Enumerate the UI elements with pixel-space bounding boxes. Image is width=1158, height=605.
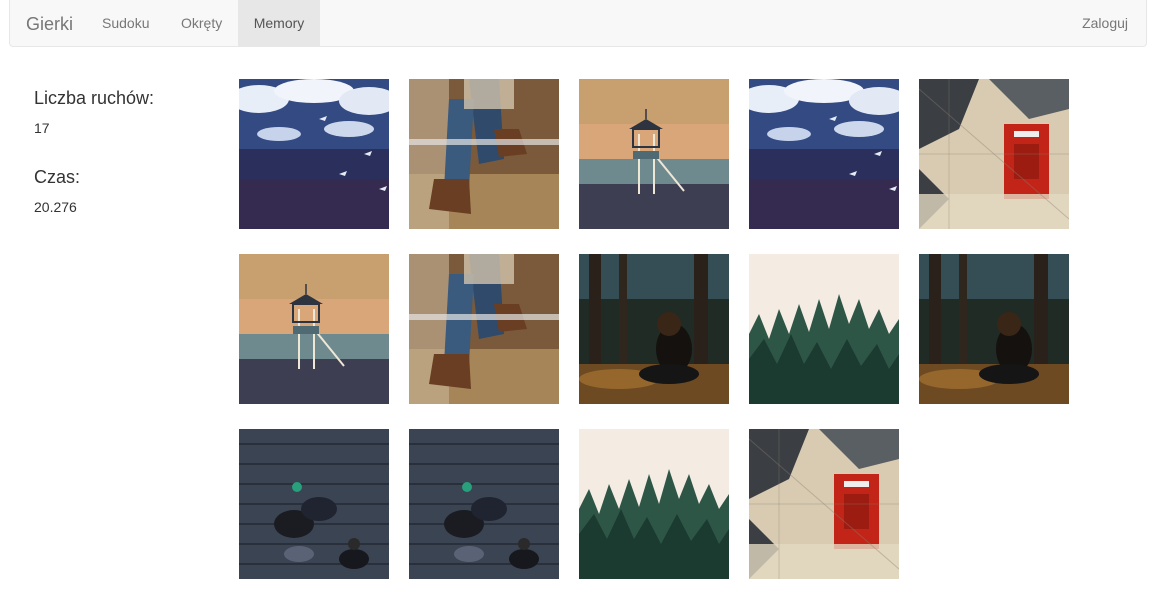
nav-item-okrety[interactable]: Okręty (169, 0, 234, 47)
card-image (409, 254, 559, 404)
memory-card-red-mailbox[interactable] (749, 429, 899, 579)
navbar: Gierki Sudoku Okręty Memory Zaloguj (9, 0, 1147, 47)
card-image (579, 254, 729, 404)
login-link[interactable]: Zaloguj (1082, 0, 1128, 47)
memory-card-misty-forest[interactable] (749, 254, 899, 404)
card-image (409, 79, 559, 229)
memory-card-people-boardwalk[interactable] (409, 429, 559, 579)
card-image (579, 429, 729, 579)
memory-card-lifeguard-tower[interactable] (239, 254, 389, 404)
memory-card-boots-bench[interactable] (409, 79, 559, 229)
memory-card-misty-forest[interactable] (579, 429, 729, 579)
time-label: Czas: (34, 167, 81, 187)
card-image (239, 254, 389, 404)
moves-label: Liczba ruchów: (34, 88, 155, 108)
card-image (749, 254, 899, 404)
card-image (239, 79, 389, 229)
card-image (919, 254, 1069, 404)
memory-card-people-boardwalk[interactable] (239, 429, 389, 579)
card-image (579, 79, 729, 229)
navbar-brand[interactable]: Gierki (26, 14, 73, 35)
memory-card-lifeguard-tower[interactable] (579, 79, 729, 229)
memory-card-woman-forest[interactable] (919, 254, 1069, 404)
card-image (749, 79, 899, 229)
moves-value: 17 (34, 120, 50, 136)
memory-card-water-birds[interactable] (239, 79, 389, 229)
card-image (749, 429, 899, 579)
time-value: 20.276 (34, 199, 77, 215)
nav-item-sudoku[interactable]: Sudoku (90, 0, 161, 47)
memory-card-woman-forest[interactable] (579, 254, 729, 404)
card-image (409, 429, 559, 579)
card-image (919, 79, 1069, 229)
memory-card-boots-bench[interactable] (409, 254, 559, 404)
nav-item-memory[interactable]: Memory (238, 0, 320, 47)
memory-card-water-birds[interactable] (749, 79, 899, 229)
card-image (239, 429, 389, 579)
memory-card-red-mailbox[interactable] (919, 79, 1069, 229)
